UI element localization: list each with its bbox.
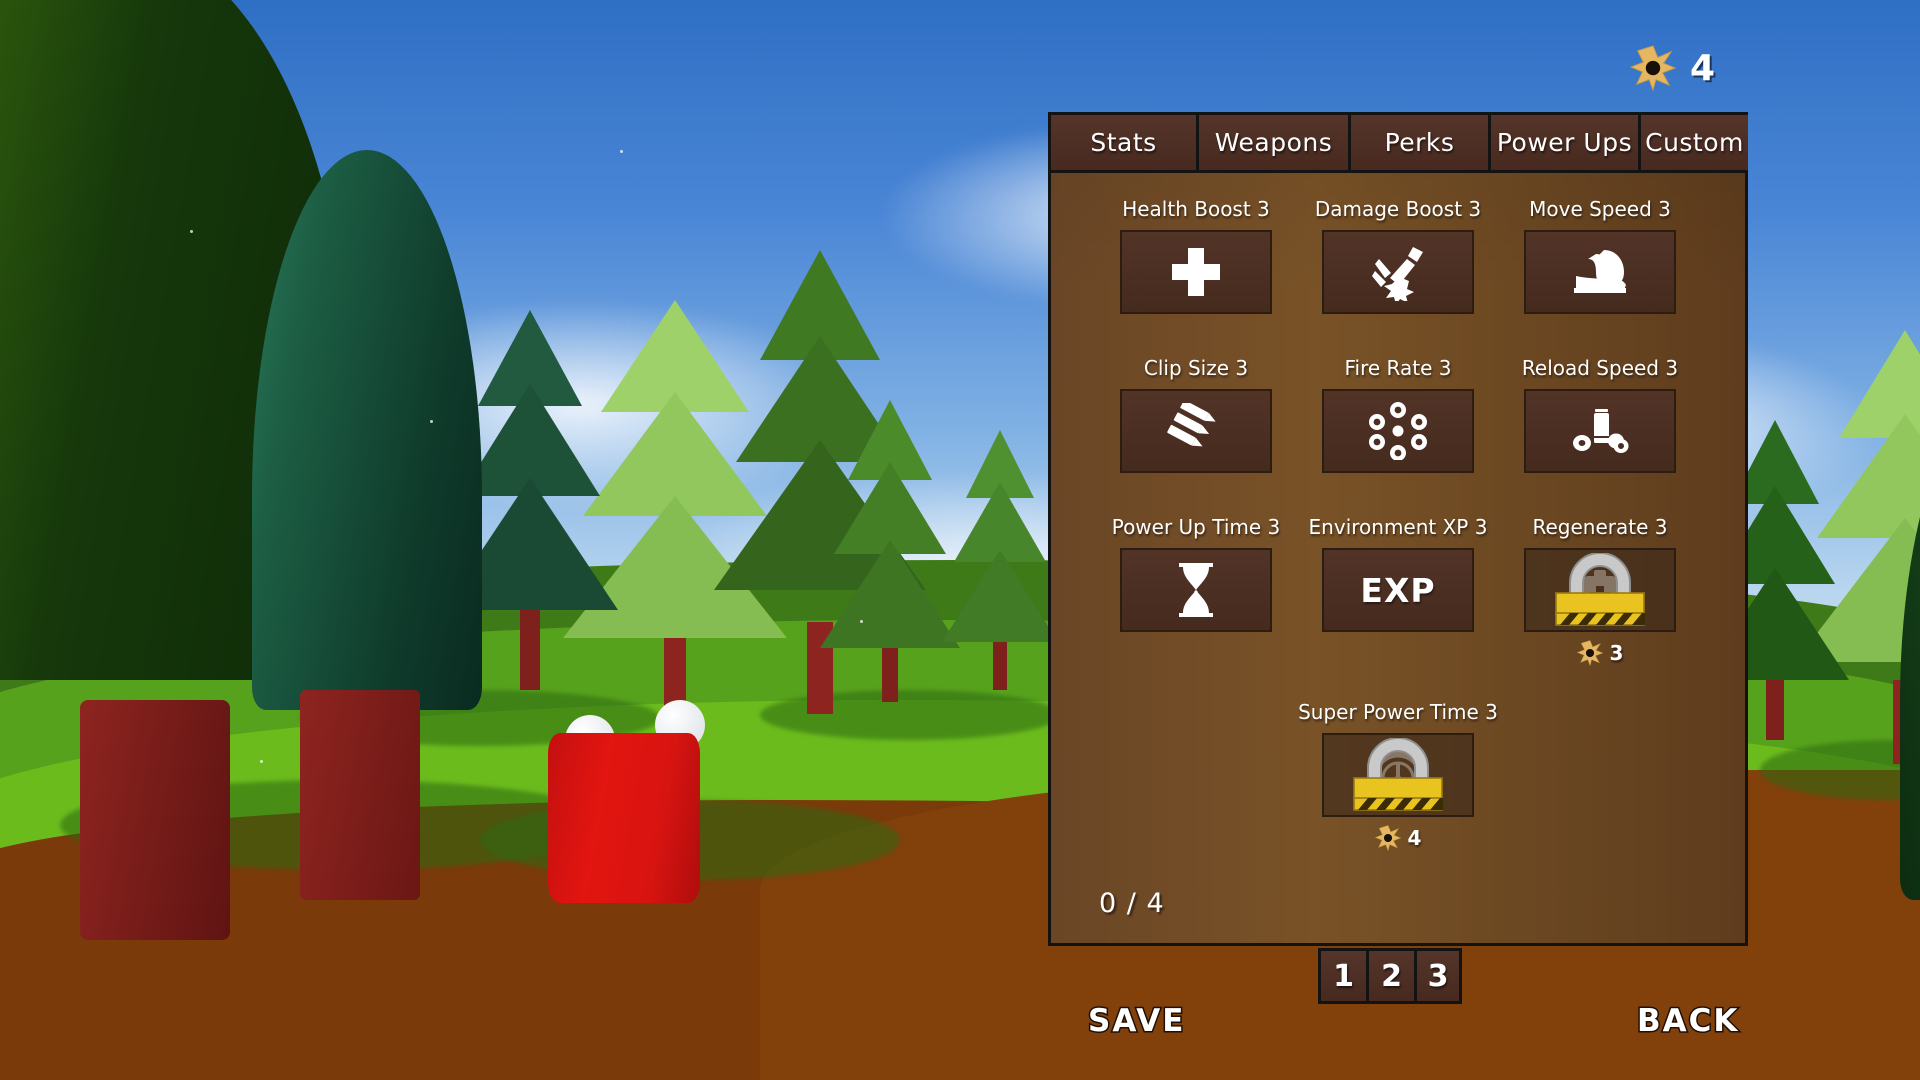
revolver-cylinder-icon (1369, 402, 1427, 460)
hourglass-icon (1173, 561, 1219, 619)
tab-power-ups[interactable]: Power Ups (1491, 115, 1641, 173)
save-button[interactable]: SAVE (1088, 1003, 1185, 1039)
upgrade-item-clip-size: Clip Size 3 (1095, 356, 1297, 473)
tree (940, 430, 1060, 690)
upgrade-cost-regenerate: 3 (1577, 640, 1624, 666)
upgrade-button-reload-speed[interactable] (1524, 389, 1676, 473)
upgrade-label: Regenerate 3 (1533, 515, 1668, 539)
tab-weapons[interactable]: Weapons (1199, 115, 1351, 173)
foreground-tree-trunk (300, 690, 420, 900)
upgrade-label: Environment XP 3 (1309, 515, 1488, 539)
upgrade-points-progress: 0 / 4 (1099, 888, 1165, 919)
upgrade-grid: Health Boost 3 Damage Boost 3 (1051, 189, 1745, 666)
padlock-icon (1344, 738, 1452, 812)
upgrade-label: Clip Size 3 (1144, 356, 1248, 380)
upgrade-label: Damage Boost 3 (1315, 197, 1481, 221)
page-button-2[interactable]: 2 (1366, 948, 1414, 1004)
tab-custom[interactable]: Custom (1641, 115, 1748, 173)
currency-indicator: 4 (1630, 45, 1716, 91)
tab-bar: Stats Weapons Perks Power Ups Custom (1051, 115, 1745, 173)
upgrade-cost-super-power-time: 4 (1375, 825, 1422, 851)
shotgun-shells-icon (1569, 403, 1631, 459)
star-burst-icon (1630, 45, 1676, 91)
player-character (548, 733, 700, 903)
upgrade-item-super-power-time: Super Power Time 3 (1298, 700, 1498, 851)
upgrade-panel: Stats Weapons Perks Power Ups Custom Hea… (1048, 112, 1748, 946)
upgrade-item-regenerate: Regenerate 3 (1499, 515, 1701, 666)
bullets-icon (1165, 403, 1227, 459)
upgrade-cost-amount: 3 (1610, 641, 1624, 665)
boot-icon (1570, 246, 1630, 298)
star-burst-icon (1577, 640, 1603, 666)
upgrade-button-regenerate[interactable] (1524, 548, 1676, 632)
foreground-tree-trunk (80, 700, 230, 940)
page-selector: 1 2 3 (1318, 948, 1462, 1004)
upgrade-label: Reload Speed 3 (1522, 356, 1678, 380)
upgrade-item-fire-rate: Fire Rate 3 (1297, 356, 1499, 473)
upgrade-button-damage-boost[interactable] (1322, 230, 1474, 314)
upgrade-item-health-boost: Health Boost 3 (1095, 197, 1297, 314)
upgrade-label: Super Power Time 3 (1298, 700, 1498, 724)
upgrade-label: Move Speed 3 (1529, 197, 1671, 221)
upgrade-button-clip-size[interactable] (1120, 389, 1272, 473)
featured-upgrade-row: Super Power Time 3 (1051, 700, 1745, 851)
upgrade-button-environment-xp[interactable]: EXP (1322, 548, 1474, 632)
upgrade-button-move-speed[interactable] (1524, 230, 1676, 314)
page-button-1[interactable]: 1 (1318, 948, 1366, 1004)
upgrade-grid-container: Health Boost 3 Damage Boost 3 (1051, 173, 1745, 943)
back-button[interactable]: BACK (1637, 1003, 1739, 1039)
padlock-icon (1546, 553, 1654, 627)
upgrade-item-move-speed: Move Speed 3 (1499, 197, 1701, 314)
upgrade-item-reload-speed: Reload Speed 3 (1499, 356, 1701, 473)
sword-impact-icon (1369, 243, 1427, 301)
tab-perks[interactable]: Perks (1351, 115, 1491, 173)
tree (820, 400, 960, 700)
exp-text-icon: EXP (1360, 571, 1435, 610)
upgrade-label: Fire Rate 3 (1345, 356, 1452, 380)
upgrade-button-fire-rate[interactable] (1322, 389, 1474, 473)
medical-cross-icon (1168, 244, 1224, 300)
upgrade-label: Health Boost 3 (1122, 197, 1270, 221)
upgrade-button-super-power-time[interactable] (1322, 733, 1474, 817)
upgrade-button-power-up-time[interactable] (1120, 548, 1272, 632)
tab-stats[interactable]: Stats (1051, 115, 1199, 173)
upgrade-button-health-boost[interactable] (1120, 230, 1272, 314)
upgrade-item-power-up-time: Power Up Time 3 (1095, 515, 1297, 666)
upgrade-label: Power Up Time 3 (1112, 515, 1281, 539)
upgrade-item-damage-boost: Damage Boost 3 (1297, 197, 1499, 314)
star-burst-icon (1375, 825, 1401, 851)
page-button-3[interactable]: 3 (1414, 948, 1462, 1004)
upgrade-item-environment-xp: Environment XP 3 EXP (1297, 515, 1499, 666)
currency-amount: 4 (1690, 48, 1716, 89)
upgrade-cost-amount: 4 (1408, 826, 1422, 850)
